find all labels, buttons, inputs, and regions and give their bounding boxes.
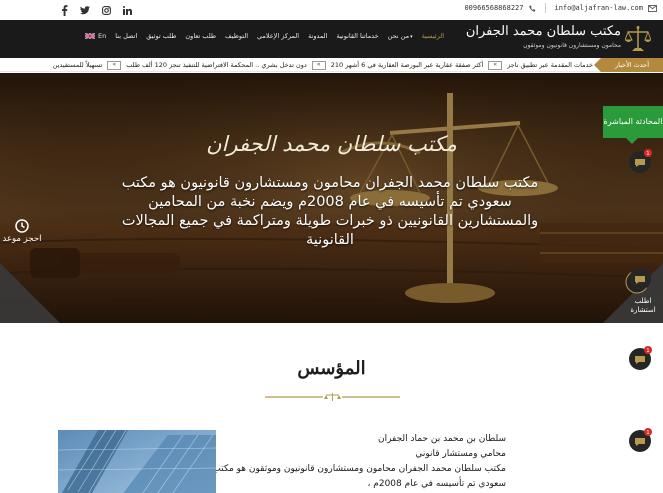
founder-building-image (58, 430, 216, 493)
founder-description: مكتب سلطان محمد الجفران محامون ومستشارون… (212, 464, 506, 489)
instagram-icon[interactable] (100, 3, 112, 17)
phone-number[interactable]: 00966568868227 (464, 4, 523, 12)
hero-description: مكتب سلطان محمد الجفران محامون ومستشارون… (121, 175, 539, 248)
news-ticker: أحدث الأخبار خدمات المقدمة عبر تطبيق ناج… (0, 58, 663, 72)
nav-item-blog[interactable]: المدونة (308, 32, 327, 40)
twitter-icon[interactable] (79, 3, 91, 17)
chat-bubble-icon[interactable]: 1 (627, 148, 653, 174)
separator (545, 3, 547, 13)
scales-divider-icon (265, 393, 400, 401)
uk-flag-icon (85, 33, 96, 39)
ticker-items: خدمات المقدمة عبر تطبيق ناجز « أكثر صفقة… (53, 58, 593, 72)
email-icon (648, 4, 657, 12)
site-logo[interactable]: مكتب سلطان محمد الجفران محامون ومستشارون… (447, 24, 651, 54)
founder-role: محامي ومستشار قانوني (415, 449, 506, 459)
nav-item-home[interactable]: الرئيسية (422, 32, 444, 40)
email-address[interactable]: info@aljafran-law.com (554, 4, 643, 12)
chat-badge-count: 1 (646, 430, 649, 436)
ticker-item[interactable]: دون تدخل بشري .. المحكمة الافتراضية للتن… (126, 61, 306, 69)
nav-item-notarization[interactable]: طلب توثيق (146, 32, 176, 40)
book-appointment-corner[interactable] (0, 263, 60, 323)
top-bar: 00966568868227 info@aljafran-law.com (0, 0, 663, 20)
ticker-item[interactable]: خدمات المقدمة عبر تطبيق ناجز (507, 61, 593, 69)
nav-item-about-label: من نحن (387, 32, 410, 40)
main-header: مكتب سلطان محمد الجفران محامون ومستشارون… (0, 20, 663, 58)
hero-title: مكتب سلطان محمد الجفران (206, 132, 457, 156)
social-links (58, 3, 133, 17)
logo-name: مكتب سلطان محمد الجفران (465, 24, 621, 39)
hero-banner: مكتب سلطان محمد الجفران مكتب سلطان محمد … (0, 73, 663, 323)
founder-section-title: المؤسس (297, 358, 366, 379)
clock-icon (15, 219, 29, 233)
founder-name: سلطان بن محمد بن حماد الجفران (377, 434, 506, 444)
scales-logo-icon (625, 26, 651, 51)
nav-item-cooperation[interactable]: طلب تعاون (185, 32, 216, 40)
chat-badge-count: 1 (646, 151, 649, 157)
ticker-item[interactable]: تسهيلاً للمستفيدين (53, 61, 103, 69)
language-label: En (98, 32, 107, 40)
phone-icon (529, 4, 536, 12)
chat-bubble-icon[interactable] (627, 265, 653, 291)
chevron-down-icon: ▾ (410, 34, 413, 40)
double-chevron-left-icon: « (311, 60, 326, 70)
contact-info: 00966568868227 info@aljafran-law.com (464, 3, 657, 13)
linkedin-icon[interactable] (121, 3, 133, 17)
request-consultation-label[interactable]: اطلب استشارة (628, 297, 658, 315)
live-chat-button[interactable]: المحادثة المباشرة (603, 106, 663, 144)
chat-badge-count: 1 (646, 348, 649, 354)
nav-item-contact[interactable]: اتصل بنا (115, 32, 137, 40)
main-nav: الرئيسية من نحن▾ خدماتنا القانونية المدو… (85, 32, 444, 40)
language-switcher[interactable]: En (85, 32, 106, 40)
chat-bubble-icon[interactable]: 1 (627, 427, 653, 453)
nav-item-about[interactable]: من نحن▾ (388, 32, 413, 40)
ticker-item[interactable]: أكثر صفقة عقارية عبر البورصة العقارية في… (331, 61, 483, 69)
double-chevron-left-icon: « (488, 60, 503, 70)
logo-tagline: محامون ومستشارون قانونيون وموثقون (523, 42, 621, 49)
facebook-icon[interactable] (58, 3, 70, 17)
nav-item-legal-services[interactable]: خدماتنا القانونية (336, 32, 378, 40)
nav-item-careers[interactable]: التوظيف (225, 32, 248, 40)
book-appointment-label[interactable]: احجز موعد (0, 234, 44, 244)
nav-item-media-center[interactable]: المركز الإعلامي (257, 32, 299, 40)
double-chevron-left-icon: « (107, 60, 122, 70)
ticker-label: أحدث الأخبار (594, 58, 663, 72)
founder-bio: سلطان بن محمد بن حماد الجفران محامي ومست… (206, 432, 506, 492)
